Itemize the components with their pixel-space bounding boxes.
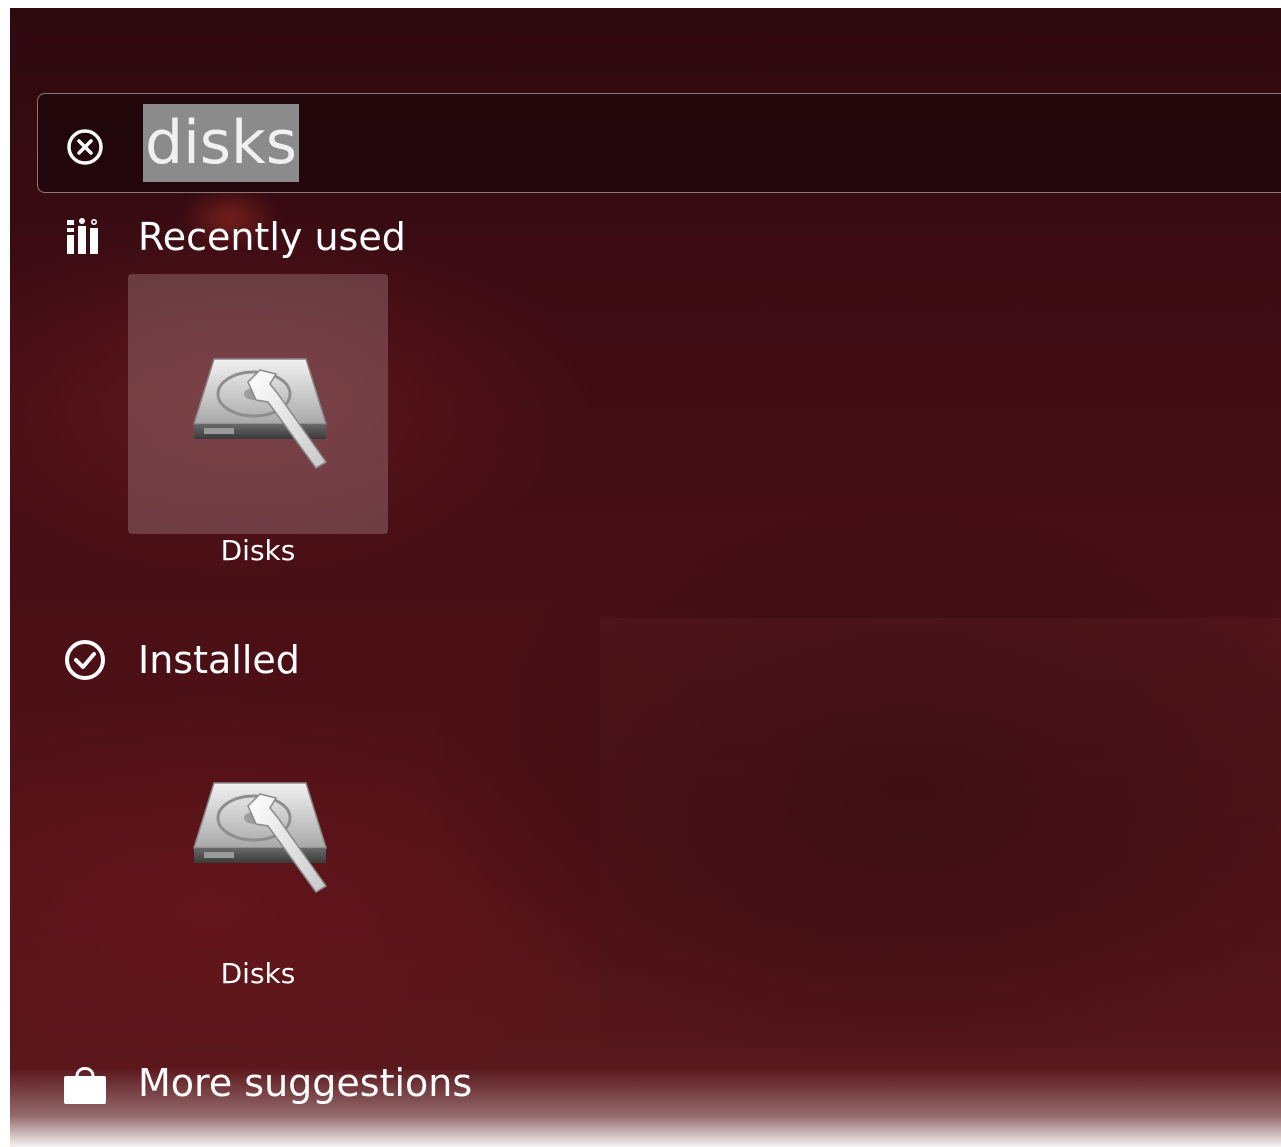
recently-used-icon xyxy=(62,214,108,260)
installed-check-icon xyxy=(62,637,108,683)
dash-overlay: disks Recently used Disks Installed Disk… xyxy=(10,8,1281,1147)
category-label: More suggestions xyxy=(138,1061,473,1105)
category-label: Recently used xyxy=(138,215,406,259)
search-query-selected: disks xyxy=(143,104,300,182)
app-tile-label: Disks xyxy=(220,957,296,990)
category-header-more-suggestions[interactable]: More suggestions xyxy=(62,1060,472,1106)
category-header-installed[interactable]: Installed xyxy=(62,637,300,683)
clear-search-icon[interactable] xyxy=(66,128,104,166)
search-bar[interactable]: disks xyxy=(37,93,1281,193)
disks-app-icon xyxy=(186,354,336,474)
category-label: Installed xyxy=(138,638,300,682)
background-panel xyxy=(600,618,1281,1048)
app-tile-disks-recent[interactable] xyxy=(128,274,388,534)
disks-app-icon xyxy=(186,778,336,898)
app-tile-label: Disks xyxy=(220,534,296,567)
category-header-recently-used[interactable]: Recently used xyxy=(62,214,406,260)
app-tile-disks-installed[interactable] xyxy=(128,698,388,958)
shopping-bag-icon xyxy=(62,1060,108,1106)
search-input[interactable]: disks xyxy=(143,104,300,182)
